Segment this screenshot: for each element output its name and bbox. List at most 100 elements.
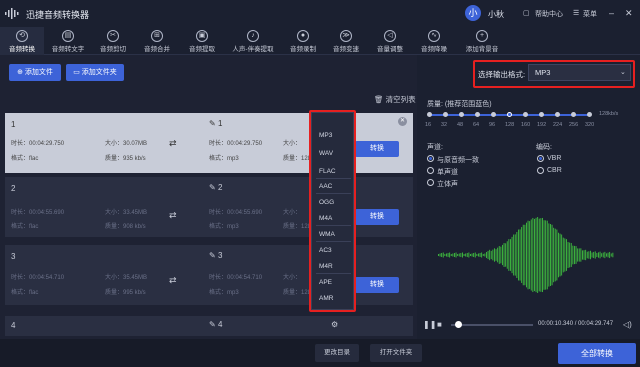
scissors-icon: ✂ [107,30,119,42]
tab-audio-to-text[interactable]: ▤ 音频转文字 [44,27,92,55]
tab-audio-cut[interactable]: ✂ 音频剪切 [92,27,134,55]
waveform-bar [503,243,505,267]
tab-audio-speed[interactable]: ≫ 音频变速 [324,27,368,55]
open-folder-button[interactable]: 打开文件夹 [370,344,422,362]
quality-tick[interactable] [523,112,528,117]
waveform-bar [538,218,540,292]
channel-radio[interactable] [427,179,434,186]
close-icon[interactable]: ✕ [398,117,407,126]
add-file-button[interactable]: ⊕ 添加文件 [9,64,61,81]
encoder-option-label: VBR [547,155,562,162]
tab-audio-convert[interactable]: ⟲ 音频转换 [0,27,44,55]
quality-tick[interactable] [443,112,448,117]
waveform-bar [532,217,534,293]
quality-tick[interactable] [555,112,560,117]
waveform-bar [593,251,595,259]
quality-tick-label: 96 [489,122,496,128]
quality-tick-label: 256 [569,122,579,128]
waveform-bar [514,234,516,276]
stop-icon[interactable]: ■ [437,320,442,329]
quality-tick[interactable] [475,112,480,117]
quality-tick-label: 160 [521,122,531,128]
convert-all-button[interactable]: 全部转换 [558,343,636,364]
edit-icon[interactable]: ✎ 4 [209,320,222,329]
speed-icon: ≫ [340,30,352,42]
waveform-bar [537,217,539,293]
quality-label: 质量: (推荐范围蓝色) [427,101,492,108]
waveform-bar [609,251,611,259]
waveform-bar [554,228,556,282]
waveform-bar [521,227,523,283]
quality-tick-label: 320 [585,122,595,128]
waveform-bar [594,251,596,259]
pause-icon[interactable]: ❚❚ [423,320,436,329]
quality-tick[interactable] [459,112,464,117]
waveform-bar [476,254,478,256]
waveform-bar [439,253,441,257]
clear-list-button[interactable]: 🗑 清空列表 [374,94,416,105]
waveform-bar [511,236,513,274]
quality-tick[interactable] [507,112,512,117]
change-directory-button[interactable]: 更改目录 [315,344,359,362]
username[interactable]: 小秋 [488,9,504,20]
tab-audio-extract[interactable]: ▣ 音频提取 [180,27,224,55]
tab-audio-record[interactable]: ● 音频录制 [282,27,324,55]
encoder-radio[interactable] [537,155,544,162]
tab-audio-denoise[interactable]: ∿ 音频降噪 [412,27,456,55]
waveform-bar [510,239,511,271]
highlight-box [473,60,635,88]
app-logo-icon [5,8,19,19]
waveform-bar [567,242,569,268]
menu-link[interactable]: 菜单 [583,9,597,19]
encoder-radio[interactable] [537,167,544,174]
channel-radio[interactable] [427,155,434,162]
seek-bar[interactable] [451,324,533,326]
edit-icon[interactable]: ✎ 3 [209,251,222,260]
avatar[interactable]: 小 [465,5,481,21]
waveform-bar [575,246,577,264]
gear-icon[interactable]: ⚙ [331,320,338,329]
waveform-bar [540,218,542,292]
waveform-bar [599,251,601,259]
quality-tick-label: 128 [505,122,515,128]
quality-tick[interactable] [587,112,592,117]
convert-button[interactable]: 转换 [355,141,399,157]
waveform-bar [516,231,518,279]
help-icon[interactable]: ▢ [523,9,530,17]
convert-button[interactable]: 转换 [355,209,399,225]
waveform-bar [438,254,439,256]
channel-radio[interactable] [427,167,434,174]
quality-tick[interactable] [571,112,576,117]
convert-icon: ⟲ [16,30,28,42]
quality-tick-label: 192 [537,122,547,128]
edit-icon[interactable]: ✎ 2 [209,183,222,192]
minimize-icon[interactable]: – [609,8,614,18]
volume-icon[interactable]: ◁) [623,320,632,329]
app-title: 迅捷音频转换器 [26,10,90,20]
channel-option-label: 单声道 [437,169,458,176]
menu-icon[interactable]: ☰ [573,9,579,17]
quality-tick[interactable] [539,112,544,117]
quality-tick[interactable] [491,112,496,117]
tab-add-background[interactable]: + 添加背景音 [456,27,508,55]
waveform-bar [574,245,575,265]
volume-icon: ◁ [384,30,396,42]
tab-vocal-extract[interactable]: ♪ 人声-伴奏提取 [224,27,282,55]
waveform-bar [546,220,548,290]
waveform-bar [457,254,459,256]
add-folder-button[interactable]: ▭ 添加文件夹 [66,64,124,81]
help-center-link[interactable]: 帮助中心 [535,9,563,19]
edit-icon[interactable]: ✎ 1 [209,119,222,128]
tab-volume-adjust[interactable]: ◁ 音量调整 [368,27,412,55]
waveform-bar [526,222,527,288]
tab-audio-merge[interactable]: ⊞ 音频合并 [134,27,180,55]
file-row[interactable]: 4 ✎ 4 ⚙ [5,316,413,336]
waveform-bar [458,253,460,257]
text-icon: ▤ [62,30,74,42]
waveform-bar [471,253,473,257]
quality-tick[interactable] [427,112,432,117]
seek-handle[interactable] [455,321,462,328]
close-icon[interactable]: ✕ [625,8,633,19]
waveform-bar [506,241,508,269]
convert-button[interactable]: 转换 [355,277,399,293]
